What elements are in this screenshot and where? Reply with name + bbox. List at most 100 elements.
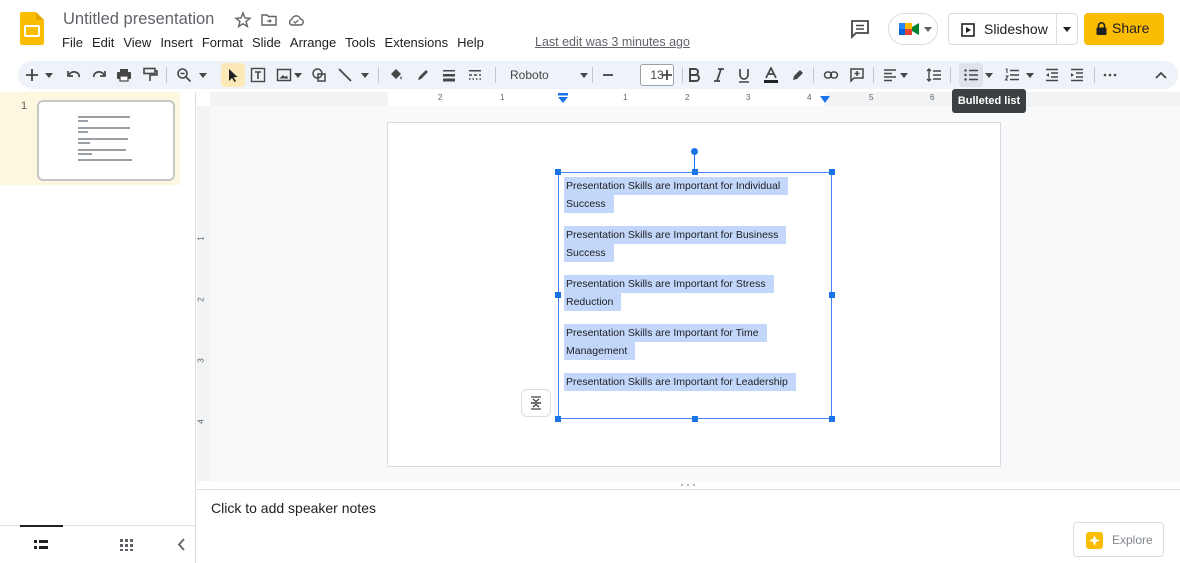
link-icon[interactable] bbox=[822, 65, 840, 85]
menu-slide[interactable]: Slide bbox=[252, 35, 286, 53]
play-icon bbox=[961, 23, 975, 37]
menu-format[interactable]: Format bbox=[202, 35, 248, 53]
resize-handle[interactable] bbox=[555, 169, 561, 175]
notes-resize-handle[interactable] bbox=[678, 483, 698, 487]
print-icon[interactable] bbox=[115, 65, 133, 85]
indent-marker-icon[interactable] bbox=[558, 93, 568, 103]
resize-handle[interactable] bbox=[829, 416, 835, 422]
redo-icon[interactable] bbox=[90, 65, 108, 85]
increase-font-size-icon[interactable] bbox=[658, 65, 676, 85]
menu-arrange[interactable]: Arrange bbox=[290, 35, 341, 53]
chevron-down-icon[interactable] bbox=[1063, 27, 1071, 32]
undo-icon[interactable] bbox=[65, 65, 83, 85]
resize-handle[interactable] bbox=[829, 292, 835, 298]
right-indent-marker-icon[interactable] bbox=[820, 96, 830, 103]
text-paragraph[interactable]: Presentation Skills are Important for Le… bbox=[564, 373, 796, 391]
text-paragraph[interactable]: Presentation Skills are Important for Ti… bbox=[564, 324, 767, 360]
text-paragraph[interactable]: Presentation Skills are Important for St… bbox=[564, 275, 774, 311]
text-paragraph[interactable]: Presentation Skills are Important for Bu… bbox=[564, 226, 787, 262]
chevron-down-icon[interactable] bbox=[1025, 65, 1035, 85]
shape-icon[interactable] bbox=[310, 65, 328, 85]
italic-icon[interactable] bbox=[710, 65, 728, 85]
menu-edit[interactable]: Edit bbox=[92, 35, 119, 53]
new-slide-icon[interactable] bbox=[24, 65, 40, 85]
highlight-color-icon[interactable] bbox=[789, 65, 807, 85]
speaker-notes-panel[interactable]: Click to add speaker notes Explore bbox=[197, 489, 1180, 563]
decrease-indent-icon[interactable] bbox=[1043, 65, 1061, 85]
menu-tools[interactable]: Tools bbox=[345, 35, 380, 53]
chevron-down-icon[interactable] bbox=[984, 65, 994, 85]
slideshow-button[interactable]: Slideshow bbox=[948, 13, 1078, 45]
slides-logo-icon[interactable] bbox=[20, 12, 44, 45]
filmstrip-view-icon[interactable] bbox=[34, 539, 48, 551]
bulleted-list-icon[interactable] bbox=[959, 63, 983, 87]
border-color-icon[interactable] bbox=[414, 65, 432, 85]
chevron-down-icon[interactable] bbox=[44, 65, 54, 85]
move-folder-icon[interactable] bbox=[260, 11, 278, 29]
divider bbox=[950, 67, 951, 83]
last-edit-link[interactable]: Last edit was 3 minutes ago bbox=[535, 35, 690, 49]
explore-button[interactable]: Explore bbox=[1073, 522, 1164, 557]
slide-thumbnail[interactable] bbox=[37, 100, 175, 181]
speaker-notes-placeholder[interactable]: Click to add speaker notes bbox=[211, 500, 376, 516]
comments-icon[interactable] bbox=[848, 17, 872, 41]
vertical-align-button[interactable] bbox=[521, 389, 551, 417]
divider bbox=[813, 67, 814, 83]
slide[interactable]: Presentation Skills are Important for In… bbox=[387, 122, 1001, 467]
numbered-list-icon[interactable] bbox=[1002, 65, 1022, 85]
paint-format-icon[interactable] bbox=[141, 65, 159, 85]
cloud-saved-icon[interactable] bbox=[287, 11, 305, 29]
resize-handle[interactable] bbox=[829, 169, 835, 175]
grid-view-icon[interactable] bbox=[120, 539, 133, 551]
text-line: Presentation Skills are Important for Ti… bbox=[565, 324, 763, 342]
line-spacing-icon[interactable] bbox=[924, 65, 944, 85]
zoom-icon[interactable] bbox=[175, 65, 193, 85]
resize-handle[interactable] bbox=[555, 292, 561, 298]
menu-view[interactable]: View bbox=[123, 35, 156, 53]
select-cursor-icon[interactable] bbox=[221, 63, 245, 87]
filmstrip-slide-row[interactable]: 1 bbox=[0, 92, 180, 185]
font-family-select[interactable]: Roboto bbox=[508, 65, 613, 85]
align-icon[interactable] bbox=[881, 65, 899, 85]
text-color-icon[interactable] bbox=[761, 65, 781, 85]
chevron-down-icon[interactable] bbox=[360, 65, 370, 85]
star-icon[interactable] bbox=[234, 11, 252, 29]
text-paragraph[interactable]: Presentation Skills are Important for In… bbox=[564, 177, 789, 213]
border-dash-icon[interactable] bbox=[466, 65, 484, 85]
line-icon[interactable] bbox=[336, 65, 354, 85]
chevron-down-icon[interactable] bbox=[899, 65, 909, 85]
divider bbox=[873, 67, 874, 83]
increase-indent-icon[interactable] bbox=[1068, 65, 1086, 85]
text-box[interactable]: Presentation Skills are Important for In… bbox=[555, 169, 835, 422]
text-box-icon[interactable] bbox=[249, 65, 267, 85]
document-title[interactable]: Untitled presentation bbox=[63, 10, 214, 29]
menu-help[interactable]: Help bbox=[457, 35, 489, 53]
resize-handle[interactable] bbox=[692, 416, 698, 422]
chevron-down-icon[interactable] bbox=[293, 65, 303, 85]
resize-handle[interactable] bbox=[555, 416, 561, 422]
menu-extensions[interactable]: Extensions bbox=[385, 35, 454, 53]
decrease-font-size-icon[interactable] bbox=[599, 65, 617, 85]
bold-icon[interactable] bbox=[685, 65, 703, 85]
chevron-up-icon[interactable] bbox=[1152, 65, 1170, 85]
fill-color-icon[interactable] bbox=[387, 65, 405, 85]
thumbnail-text-line bbox=[78, 131, 88, 133]
divider bbox=[166, 67, 167, 83]
thumbnail-text-line bbox=[78, 142, 90, 144]
vertical-ruler: 1 2 3 4 bbox=[197, 106, 210, 481]
add-comment-icon[interactable] bbox=[848, 65, 866, 85]
resize-handle[interactable] bbox=[692, 169, 698, 175]
underline-icon[interactable] bbox=[735, 65, 753, 85]
image-icon[interactable] bbox=[275, 65, 293, 85]
border-weight-icon[interactable] bbox=[440, 65, 458, 85]
meet-button[interactable] bbox=[888, 13, 938, 45]
text-line: Presentation Skills are Important for In… bbox=[565, 177, 785, 195]
ruler-label: 3 bbox=[746, 93, 751, 102]
collapse-panel-icon[interactable] bbox=[177, 538, 186, 551]
more-options-icon[interactable] bbox=[1101, 65, 1119, 85]
menu-file[interactable]: File bbox=[62, 35, 88, 53]
share-button[interactable]: Share bbox=[1084, 13, 1164, 45]
chevron-down-icon[interactable] bbox=[198, 65, 208, 85]
thumbnail-text-line bbox=[78, 120, 88, 122]
menu-insert[interactable]: Insert bbox=[160, 35, 198, 53]
